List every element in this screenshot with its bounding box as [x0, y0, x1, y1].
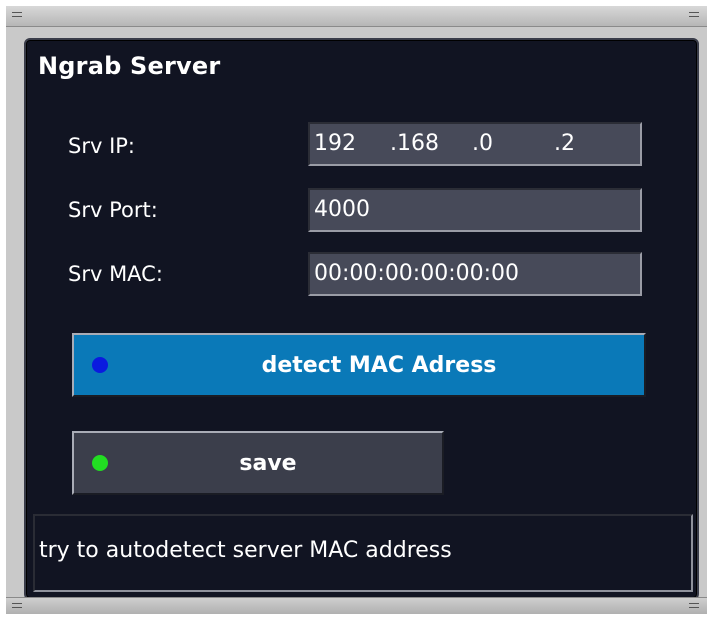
- ip-octet-1[interactable]: 192: [314, 124, 356, 164]
- srv-ip-field[interactable]: 192 .168 .0 .2: [308, 122, 642, 166]
- grip-icon: [12, 603, 22, 611]
- ip-octet-2[interactable]: .168: [390, 124, 439, 164]
- grip-icon: [12, 12, 22, 20]
- panel-title: Ngrab Server: [38, 52, 221, 80]
- detect-mac-label: detect MAC Adress: [261, 352, 497, 378]
- window-frame: Ngrab Server Srv IP: 192 .168 .0 .2 Srv …: [6, 6, 707, 614]
- srv-mac-field[interactable]: 00:00:00:00:00:00: [308, 252, 642, 296]
- ngrab-server-panel: Ngrab Server Srv IP: 192 .168 .0 .2 Srv …: [24, 38, 699, 600]
- window-bottombar[interactable]: [6, 597, 707, 614]
- status-dot-icon: [92, 357, 108, 373]
- srv-ip-label: Srv IP:: [68, 134, 135, 158]
- ip-octet-4[interactable]: .2: [554, 124, 575, 164]
- save-label: save: [239, 450, 297, 476]
- save-button[interactable]: save: [72, 431, 444, 495]
- srv-port-label: Srv Port:: [68, 198, 158, 222]
- grip-icon: [689, 603, 699, 611]
- grip-icon: [689, 12, 699, 20]
- srv-port-field[interactable]: 4000: [308, 188, 642, 232]
- srv-mac-label: Srv MAC:: [68, 262, 163, 286]
- detect-mac-button[interactable]: detect MAC Adress: [72, 333, 646, 397]
- ip-octet-3[interactable]: .0: [472, 124, 493, 164]
- window-titlebar[interactable]: [6, 6, 707, 27]
- status-bar: try to autodetect server MAC address: [33, 514, 693, 592]
